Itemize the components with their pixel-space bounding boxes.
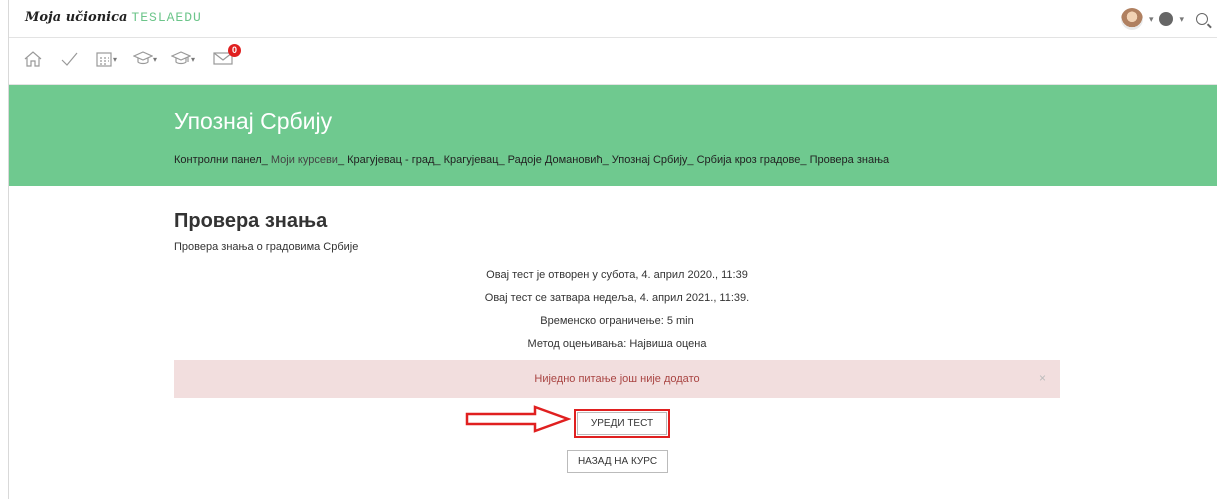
- chevron-down-icon[interactable]: ▾: [1149, 14, 1154, 25]
- alert-text: Ниједно питање још није додато: [534, 373, 700, 385]
- breadcrumb-item[interactable]: Крагујевац: [444, 154, 499, 166]
- breadcrumb-separator: _: [687, 154, 694, 166]
- breadcrumb-item[interactable]: Крагујевац - град: [347, 154, 434, 166]
- brand-logo[interactable]: Moja učionica TESLAEDU: [25, 10, 202, 25]
- breadcrumb-item[interactable]: Контролни панел: [174, 154, 262, 166]
- page-title: Провера знања: [174, 210, 328, 232]
- calendar-icon[interactable]: ▾: [95, 50, 117, 72]
- top-navbar: Moja učionica TESLAEDU ▾ ▾: [9, 0, 1217, 38]
- graduation-cap-icon[interactable]: ▾: [132, 50, 157, 70]
- breadcrumb-item[interactable]: Моји курсеви: [271, 154, 338, 166]
- breadcrumb-separator: _: [434, 154, 441, 166]
- breadcrumb-separator: _: [602, 154, 609, 166]
- close-icon[interactable]: ×: [1039, 371, 1046, 385]
- page-frame: Moja učionica TESLAEDU ▾ ▾ ▾ ▾ ▾ 0 Упозн…: [8, 0, 1217, 499]
- brand-script: Moja učionica: [25, 10, 128, 25]
- chevron-down-icon[interactable]: ▾: [1179, 14, 1184, 25]
- breadcrumb-separator: _: [800, 154, 807, 166]
- brand-tesla-logo: TESLAEDU: [131, 10, 202, 25]
- mail-icon[interactable]: 0: [213, 44, 241, 70]
- quiz-grading-method: Метод оцењивања: Највиша оцена: [527, 338, 707, 350]
- breadcrumb-item[interactable]: Радоје Домановић: [508, 154, 603, 166]
- home-icon[interactable]: [23, 50, 43, 72]
- course-header-banner: Упознај Србију Контролни панел_ Моји кур…: [9, 85, 1217, 186]
- quiz-close-date: Овај тест се затвара недеља, 4. април 20…: [484, 292, 750, 304]
- main-content: Провера знања Провера знања о градовима …: [174, 210, 1060, 398]
- red-arrow-annotation: [465, 405, 571, 433]
- search-icon[interactable]: [1196, 13, 1208, 25]
- breadcrumb-item[interactable]: Упознај Србију: [612, 154, 688, 166]
- breadcrumb-item[interactable]: Србија кроз градове: [697, 154, 801, 166]
- user-menu-area: ▾ ▾: [1120, 8, 1208, 30]
- breadcrumb-separator: _: [261, 154, 268, 166]
- avatar[interactable]: [1120, 8, 1143, 30]
- quiz-time-limit: Временско ограничење: 5 min: [540, 315, 694, 327]
- quick-icon-bar: ▾ ▾ ▾ 0: [9, 38, 1217, 85]
- notification-badge: 0: [228, 44, 241, 57]
- breadcrumb-separator: _: [498, 154, 505, 166]
- no-questions-alert: Ниједно питање још није додато ×: [174, 360, 1060, 398]
- breadcrumb-separator: _: [337, 154, 345, 166]
- globe-icon[interactable]: [1159, 12, 1174, 26]
- edit-quiz-button[interactable]: УРЕДИ ТЕСТ: [577, 412, 667, 435]
- back-to-course-button[interactable]: НАЗАД НА КУРС: [567, 450, 668, 473]
- breadcrumb-item-current[interactable]: Провера знања: [810, 154, 890, 166]
- checkmark-icon[interactable]: [59, 50, 79, 72]
- graduation-cap-alt-icon[interactable]: ▾: [170, 50, 195, 70]
- quiz-description: Провера знања о градовима Србије: [174, 241, 359, 253]
- quiz-open-date: Овај тест је отворен у субота, 4. април …: [486, 269, 748, 281]
- course-title: Упознај Србију: [174, 108, 333, 134]
- breadcrumb: Контролни панел_ Моји курсеви_ Крагујева…: [174, 154, 889, 166]
